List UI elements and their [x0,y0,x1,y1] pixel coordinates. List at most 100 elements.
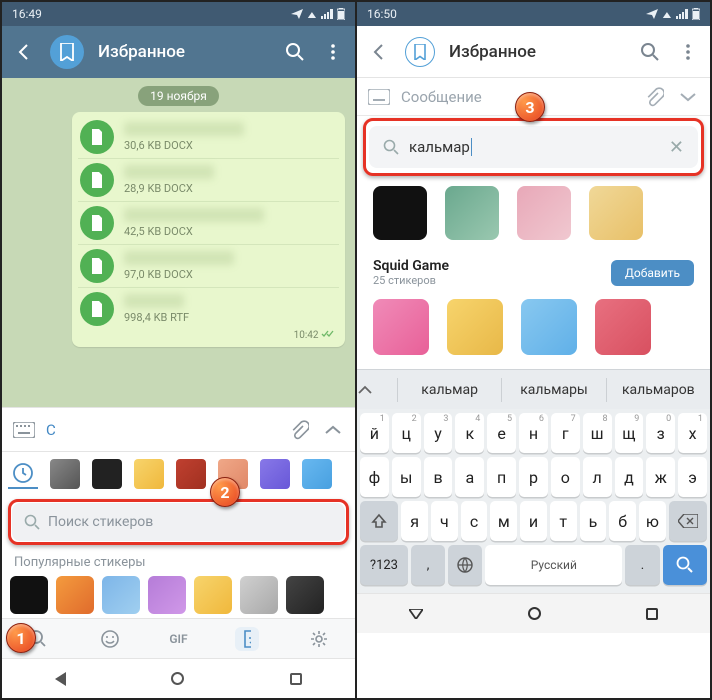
expand-suggestions-icon[interactable] [357,385,397,395]
language-key[interactable] [448,545,482,585]
sticker-search-input[interactable]: кальмар ✕ [369,126,698,168]
stickers-tab[interactable] [235,627,259,651]
key-к[interactable]: к4 [455,413,484,453]
key-ю[interactable]: ю [639,501,666,541]
message-input[interactable] [46,421,277,439]
sticker-item[interactable] [373,186,427,240]
sticker-pack-tab[interactable] [302,459,332,489]
key-а[interactable]: а [455,457,484,497]
key-ф[interactable]: ф [360,457,389,497]
more-button[interactable] [676,40,700,64]
saved-messages-avatar[interactable] [50,35,84,69]
sticker-item[interactable] [102,576,140,614]
period-key[interactable]: . [625,545,659,585]
sticker-item[interactable] [56,576,94,614]
sticker-item[interactable] [373,299,429,355]
sticker-pack-tab[interactable] [176,459,206,489]
sticker-pack-tab[interactable] [260,459,290,489]
sticker-item[interactable] [589,186,643,240]
file-attachment[interactable]: 28,9 KB DOCX [78,158,339,201]
attach-button[interactable] [287,418,311,442]
sticker-pack-tab[interactable] [134,459,164,489]
suggestion[interactable]: кальмаров [606,378,710,402]
sticker-item[interactable] [286,576,324,614]
emoji-tab[interactable] [98,627,122,651]
key-с[interactable]: с [461,501,488,541]
key-и[interactable]: и [520,501,547,541]
key-я[interactable]: я [401,501,428,541]
collapse-icon[interactable] [321,418,345,442]
sticker-item[interactable] [10,576,48,614]
key-м[interactable]: м [490,501,517,541]
key-ш[interactable]: ш8 [583,413,612,453]
suggestion[interactable]: кальмар [397,378,501,402]
sticker-item[interactable] [595,299,651,355]
spacebar-key[interactable]: Русский [485,545,622,585]
backspace-key[interactable] [669,501,707,541]
expand-icon[interactable] [676,85,700,109]
more-button[interactable] [321,40,345,64]
sticker-pack-tab[interactable] [92,459,122,489]
sticker-item[interactable] [148,576,186,614]
key-ь[interactable]: ь [580,501,607,541]
key-ж[interactable]: ж [646,457,675,497]
saved-messages-avatar[interactable] [405,37,435,67]
comma-key[interactable]: , [411,545,445,585]
key-б[interactable]: б [609,501,636,541]
keyboard-toggle-icon[interactable] [367,85,391,109]
symbols-key[interactable]: ?123 [360,545,408,585]
sticker-search-input[interactable]: Поиск стикеров [12,503,345,541]
shift-key[interactable] [360,501,398,541]
nav-home[interactable] [528,607,541,620]
key-п[interactable]: п [487,457,516,497]
search-button[interactable] [638,40,662,64]
keyboard-toggle-icon[interactable] [12,418,36,442]
nav-home[interactable] [171,672,184,685]
sticker-item[interactable] [240,576,278,614]
gif-tab[interactable]: GIF [169,632,187,646]
key-ы[interactable]: ы [392,457,421,497]
add-pack-button[interactable]: Добавить [611,260,694,286]
message-bubble[interactable]: 30,6 KB DOCX 28,9 KB DOCX 42,5 KB DOCX 9… [72,112,345,347]
key-т[interactable]: т [550,501,577,541]
key-е[interactable]: е5 [487,413,516,453]
clear-search-icon[interactable]: ✕ [669,137,684,158]
key-р[interactable]: р [519,457,548,497]
file-attachment[interactable]: 998,4 KB RTF [78,287,339,330]
key-в[interactable]: в [424,457,453,497]
recent-stickers-tab[interactable] [8,459,38,489]
enter-key[interactable] [663,545,708,585]
sticker-item[interactable] [517,186,571,240]
nav-back[interactable] [55,672,66,686]
key-н[interactable]: н6 [519,413,548,453]
sticker-item[interactable] [447,299,503,355]
key-з[interactable]: з0 [646,413,675,453]
sticker-item[interactable] [445,186,499,240]
key-э[interactable]: э [678,457,707,497]
back-button[interactable] [12,40,36,64]
key-у[interactable]: у3 [424,413,453,453]
key-щ[interactable]: щ9 [615,413,644,453]
key-л[interactable]: л [583,457,612,497]
attach-button[interactable] [642,85,666,109]
file-attachment[interactable]: 97,0 KB DOCX [78,244,339,287]
file-attachment[interactable]: 30,6 KB DOCX [78,116,339,158]
key-ц[interactable]: ц2 [392,413,421,453]
back-button[interactable] [367,40,391,64]
sticker-pack-tab[interactable] [50,459,80,489]
key-ч[interactable]: ч [431,501,458,541]
nav-back[interactable] [409,609,423,619]
nav-recents[interactable] [646,608,658,620]
key-х[interactable]: х1 [678,413,707,453]
sticker-item[interactable] [521,299,577,355]
file-attachment[interactable]: 42,5 KB DOCX [78,201,339,244]
key-д[interactable]: д [615,457,644,497]
key-о[interactable]: о [551,457,580,497]
suggestion[interactable]: кальмары [501,378,605,402]
nav-recents[interactable] [290,673,302,685]
key-г[interactable]: г7 [551,413,580,453]
key-й[interactable]: й1 [360,413,389,453]
settings-tab[interactable] [307,627,331,651]
search-button[interactable] [283,40,307,64]
sticker-item[interactable] [194,576,232,614]
